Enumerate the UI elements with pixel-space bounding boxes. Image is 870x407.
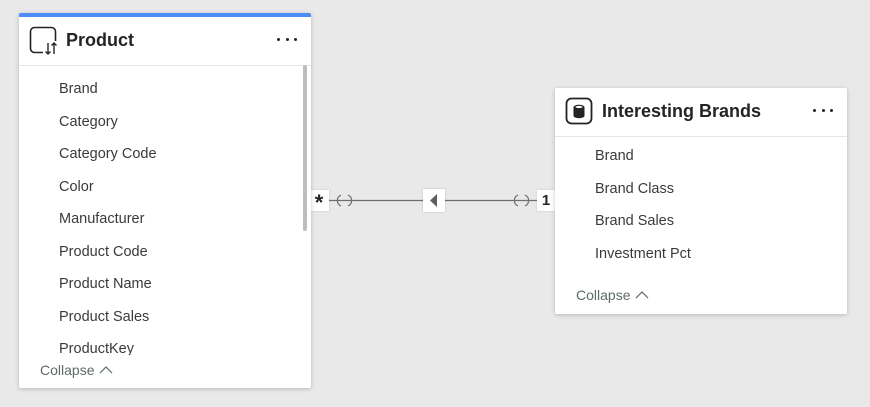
product-collapse-button[interactable]: Collapse (40, 362, 113, 378)
chevron-up-icon (636, 291, 649, 299)
field-productkey[interactable]: ProductKey (19, 333, 311, 355)
product-field-list: Brand Category Category Code Color Manuf… (19, 69, 311, 355)
field-investment-pct[interactable]: Investment Pct (555, 238, 847, 271)
brands-field-list: Brand Brand Class Brand Sales Investment… (555, 140, 847, 270)
chevron-up-icon (100, 366, 113, 374)
brands-table-title: Interesting Brands (602, 101, 762, 121)
interesting-brands-table-card[interactable]: Interesting Brands Brand Brand Class Bra… (555, 88, 847, 314)
field-brand[interactable]: Brand (555, 140, 847, 173)
brands-collapse-button[interactable]: Collapse (576, 287, 649, 303)
field-product-name[interactable]: Product Name (19, 268, 311, 301)
brands-more-options-icon[interactable] (813, 102, 833, 118)
field-color[interactable]: Color (19, 171, 311, 204)
one-cardinality-marker: 1 (537, 190, 555, 211)
field-brand[interactable]: Brand (19, 73, 311, 106)
field-brand-class[interactable]: Brand Class (555, 173, 847, 206)
field-product-code[interactable]: Product Code (19, 236, 311, 269)
field-category-code[interactable]: Category Code (19, 138, 311, 171)
collapse-label: Collapse (576, 287, 631, 303)
many-cardinality-marker: * (309, 190, 329, 215)
product-table-title: Product (66, 30, 135, 50)
product-table-card[interactable]: Product Brand Category Category Code Col… (19, 13, 311, 388)
field-product-sales[interactable]: Product Sales (19, 301, 311, 334)
field-category[interactable]: Category (19, 106, 311, 139)
filter-direction-arrow-icon[interactable] (423, 189, 445, 212)
field-manufacturer[interactable]: Manufacturer (19, 203, 311, 236)
table-hierarchy-icon (29, 26, 59, 56)
product-scrollbar[interactable] (303, 65, 307, 231)
field-brand-sales[interactable]: Brand Sales (555, 205, 847, 238)
brands-table-header[interactable]: Interesting Brands (555, 88, 847, 137)
collapse-label: Collapse (40, 362, 95, 378)
product-more-options-icon[interactable] (277, 31, 297, 47)
database-icon (565, 97, 593, 125)
product-table-header[interactable]: Product (19, 17, 311, 66)
